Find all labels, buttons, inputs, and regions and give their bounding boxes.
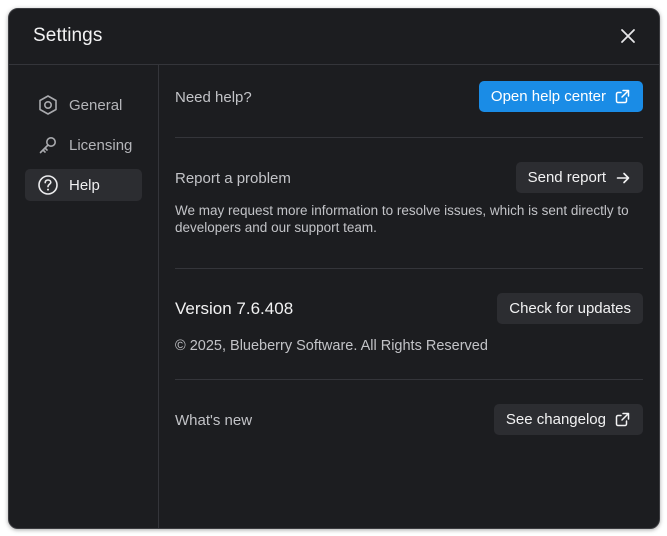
need-help-label: Need help? [175,89,252,106]
open-help-center-button[interactable]: Open help center [478,81,643,112]
sidebar-item-label: General [69,96,123,114]
sidebar-item-help[interactable]: Help [25,169,142,201]
help-panel: Need help? Open help center Report a pro… [175,65,643,528]
settings-dialog: Settings General Licensing Help Need hel… [8,8,660,529]
close-button[interactable] [617,25,639,47]
whats-new-label: What's new [175,412,253,429]
hexagon-gear-icon [37,94,59,116]
divider [175,268,643,269]
titlebar: Settings [9,9,659,65]
arrow-right-icon [614,169,631,186]
copyright-text: © 2025, Blueberry Software. All Rights R… [175,338,488,354]
close-icon [621,29,635,43]
divider [175,379,643,380]
dialog-title: Settings [33,25,103,46]
version-label: Version 7.6.408 [175,299,294,318]
key-icon [37,134,59,156]
sidebar: General Licensing Help [9,65,159,528]
see-changelog-label: See changelog [505,411,606,428]
sidebar-item-label: Help [69,176,100,194]
send-report-button[interactable]: Send report [515,162,643,193]
sidebar-item-general[interactable]: General [25,89,142,121]
divider [175,137,643,138]
external-link-icon [614,411,631,428]
check-updates-label: Check for updates [509,300,631,317]
help-circle-icon [37,174,59,196]
external-link-icon [614,88,631,105]
send-report-label: Send report [527,169,606,186]
sidebar-item-label: Licensing [69,136,133,154]
report-description: We may request more information to resol… [175,203,629,235]
check-updates-button[interactable]: Check for updates [497,293,643,324]
open-help-center-label: Open help center [490,88,606,105]
sidebar-item-licensing[interactable]: Licensing [25,129,142,161]
see-changelog-button[interactable]: See changelog [493,404,643,435]
report-problem-label: Report a problem [175,170,291,187]
